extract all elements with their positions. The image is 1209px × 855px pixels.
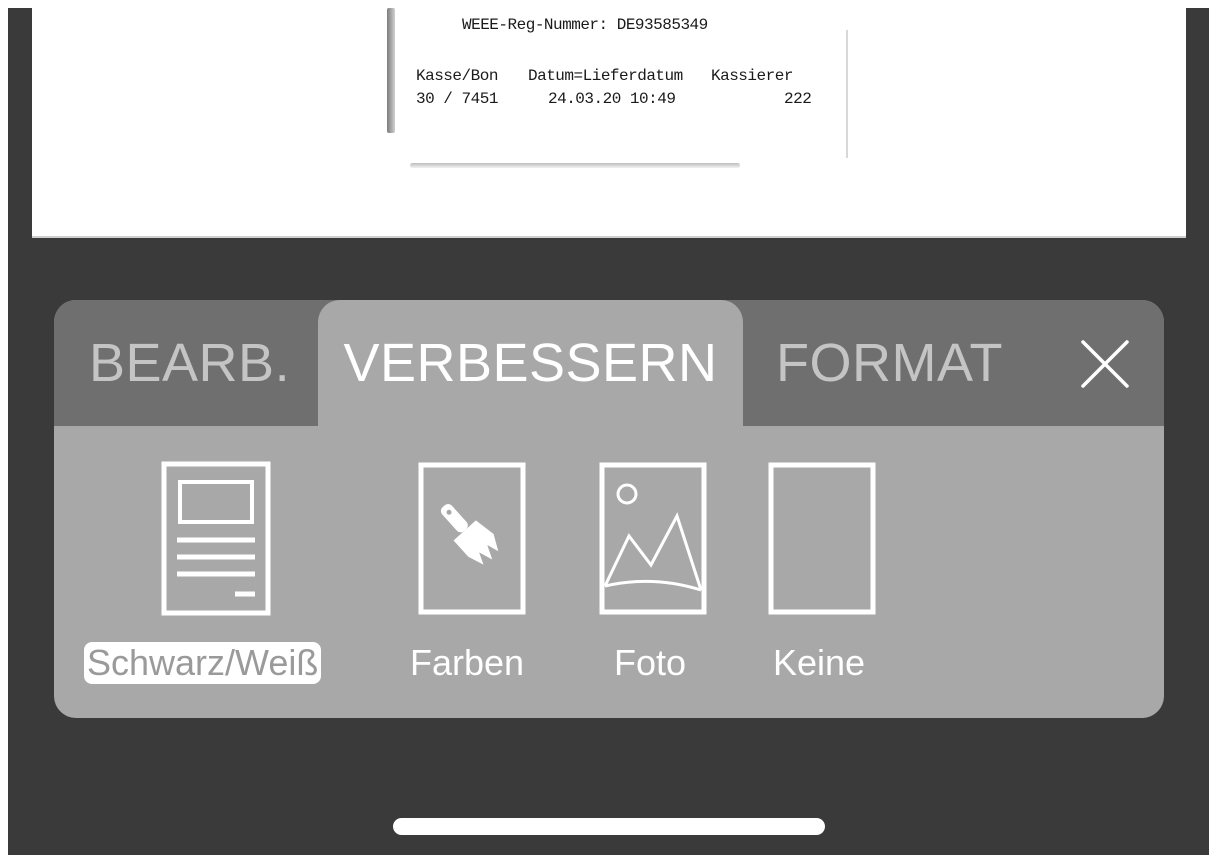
filter-label-farben: Farben: [410, 642, 525, 683]
receipt-value-kassierer: 222: [784, 90, 812, 108]
tab-bar: BEARB. VERBESSERN FORMAT: [54, 300, 1164, 426]
receipt-value-kasse: 30 / 7451: [416, 90, 498, 108]
filter-keine[interactable]: Keine: [754, 426, 894, 686]
receipt-scan: WEEE-Reg-Nummer: DE93585349 Kasse/Bon Da…: [370, 0, 850, 172]
tab-verbessern[interactable]: VERBESSERN: [318, 300, 743, 426]
blank-page-icon: [768, 462, 876, 615]
receipt-header-kasse: Kasse/Bon: [416, 67, 498, 85]
tab-bearb[interactable]: BEARB.: [89, 300, 290, 426]
close-button[interactable]: [1074, 333, 1136, 395]
filter-farben[interactable]: Farben: [404, 426, 544, 686]
paintbrush-icon: [418, 462, 526, 615]
receipt-value-datum: 24.03.20 10:49: [548, 90, 676, 108]
home-indicator[interactable]: [393, 818, 825, 835]
receipt-shadow-bottom: [410, 163, 740, 168]
filter-label-schwarz-weiss: Schwarz/Weiß: [84, 642, 322, 684]
filter-foto[interactable]: Foto: [574, 426, 734, 686]
photo-icon: [599, 462, 707, 615]
edit-panel: BEARB. VERBESSERN FORMAT Schwarz/Weiß Fa…: [54, 300, 1164, 718]
filter-label-foto: Foto: [614, 642, 687, 683]
left-edge: [0, 0, 8, 855]
receipt-shadow-left: [387, 8, 395, 133]
tab-format[interactable]: FORMAT: [776, 300, 1003, 426]
document-text-icon: [161, 461, 271, 616]
filter-label-keine: Keine: [773, 642, 866, 683]
receipt-weee-line: WEEE-Reg-Nummer: DE93585349: [462, 16, 708, 34]
receipt-header-datum: Datum=Lieferdatum: [528, 67, 683, 85]
close-icon: [1081, 340, 1129, 388]
filter-options: Schwarz/Weiß Farben Foto Keine: [54, 426, 1164, 718]
filter-schwarz-weiss[interactable]: Schwarz/Weiß: [84, 426, 364, 686]
document-preview: WEEE-Reg-Nummer: DE93585349 Kasse/Bon Da…: [32, 0, 1186, 238]
receipt-header-kassierer: Kassierer: [711, 67, 793, 85]
receipt-shadow-right: [846, 30, 848, 158]
